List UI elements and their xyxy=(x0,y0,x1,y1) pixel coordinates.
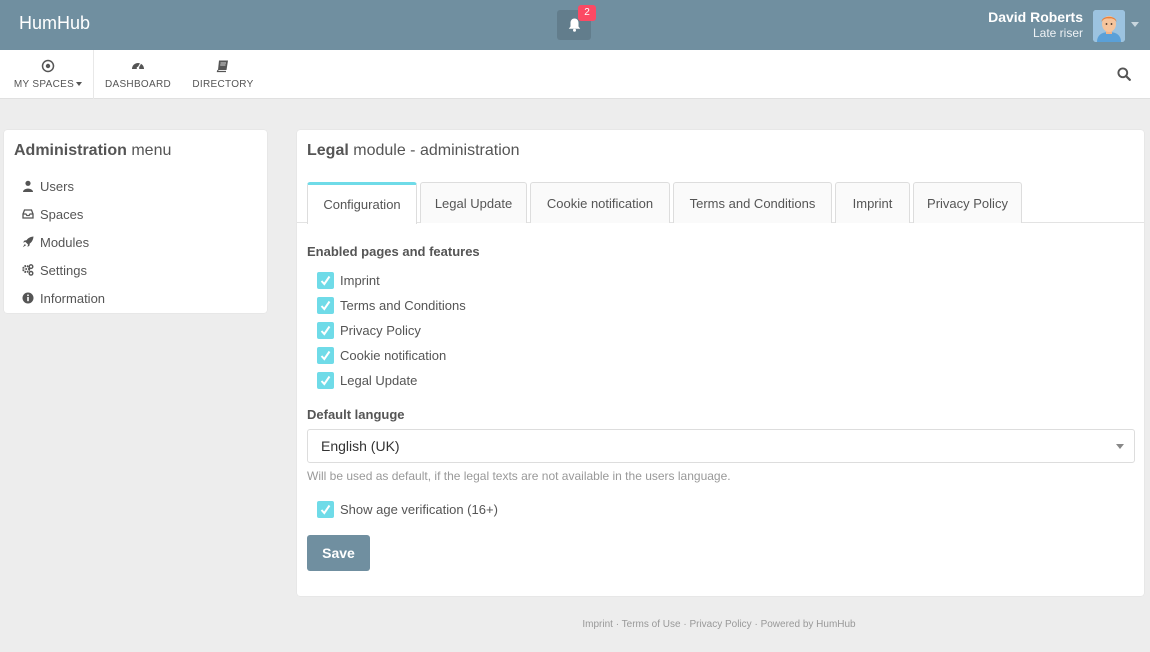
user-tagline: Late riser xyxy=(1032,26,1083,40)
administration-menu-title: Administration menu xyxy=(14,142,171,160)
checkbox-checked[interactable] xyxy=(317,500,334,518)
legal-module-panel: Legal module - administration Configurat… xyxy=(297,130,1144,596)
check-icon xyxy=(320,300,331,311)
gears-icon xyxy=(22,264,34,276)
save-button[interactable]: Save xyxy=(307,535,370,571)
admin-menu-item-label: Users xyxy=(40,178,74,194)
default-language-label: Default languge xyxy=(307,407,405,422)
user-icon xyxy=(23,180,33,192)
chevron-down-icon xyxy=(1116,444,1124,449)
footer-link-privacy[interactable]: Privacy Policy xyxy=(689,619,751,630)
feature-legal-update-checkbox[interactable]: Legal Update xyxy=(317,371,417,389)
nav-my-spaces-label: MY SPACES xyxy=(13,79,75,90)
page-title: Legal module - administration xyxy=(307,142,520,160)
caret-down-icon xyxy=(76,82,83,87)
age-verification-checkbox[interactable]: Show age verification (16+) xyxy=(317,500,498,518)
admin-menu-item-modules[interactable]: Modules xyxy=(22,232,89,252)
checkbox-checked[interactable] xyxy=(317,296,334,314)
admin-menu-item-label: Settings xyxy=(40,262,87,278)
check-icon xyxy=(320,375,331,386)
tab-terms-and-conditions[interactable]: Terms and Conditions xyxy=(673,182,832,223)
feature-label: Cookie notification xyxy=(340,347,447,363)
user-menu[interactable]: David Roberts Late riser xyxy=(988,9,1083,40)
chevron-down-icon[interactable] xyxy=(1131,22,1139,28)
footer-link-imprint[interactable]: Imprint xyxy=(582,619,613,630)
default-language-hint: Will be used as default, if the legal te… xyxy=(307,469,731,483)
feature-label: Terms and Conditions xyxy=(340,297,466,313)
book-icon xyxy=(216,60,228,73)
age-verification-label: Show age verification (16+) xyxy=(340,501,498,517)
feature-terms-checkbox[interactable]: Terms and Conditions xyxy=(317,296,466,314)
dot-circle-icon xyxy=(41,59,55,73)
main-navigation: MY SPACES DASHBOARD DIRECTORY xyxy=(0,50,1150,99)
footer-link-terms[interactable]: Terms of Use xyxy=(622,619,681,630)
admin-menu-item-users[interactable]: Users xyxy=(22,176,74,196)
feature-imprint-checkbox[interactable]: Imprint xyxy=(317,271,380,289)
admin-menu-item-information[interactable]: Information xyxy=(22,288,105,308)
check-icon xyxy=(320,275,331,286)
checkbox-checked[interactable] xyxy=(317,346,334,364)
feature-label: Imprint xyxy=(340,272,380,288)
search-icon[interactable] xyxy=(1117,67,1131,81)
dashboard-icon xyxy=(132,63,144,70)
tab-imprint[interactable]: Imprint xyxy=(835,182,910,223)
enabled-features-label: Enabled pages and features xyxy=(307,244,480,259)
checkbox-checked[interactable] xyxy=(317,321,334,339)
rocket-icon xyxy=(22,236,34,248)
top-bar: HumHub 2 David Roberts Late riser xyxy=(0,0,1150,50)
footer: Imprint · Terms of Use · Privacy Policy … xyxy=(582,619,856,630)
check-icon xyxy=(320,350,331,361)
brand-logo[interactable]: HumHub xyxy=(19,13,90,34)
avatar-image xyxy=(1093,10,1125,42)
nav-directory-label: DIRECTORY xyxy=(192,79,254,90)
admin-menu-item-spaces[interactable]: Spaces xyxy=(22,204,83,224)
checkbox-checked[interactable] xyxy=(317,371,334,389)
check-icon xyxy=(320,325,331,336)
panel-title-bold: Administration xyxy=(14,142,127,159)
feature-label: Privacy Policy xyxy=(340,322,421,338)
nav-directory[interactable]: DIRECTORY xyxy=(190,50,256,99)
user-name: David Roberts xyxy=(988,9,1083,25)
footer-powered-by[interactable]: Powered by HumHub xyxy=(761,619,856,630)
feature-label: Legal Update xyxy=(340,372,418,388)
avatar[interactable] xyxy=(1093,10,1125,42)
info-circle-icon xyxy=(22,292,34,304)
administration-menu-panel: Administration menu Users Spaces Modules xyxy=(4,130,267,313)
admin-menu-item-settings[interactable]: Settings xyxy=(22,260,87,280)
tab-privacy-policy[interactable]: Privacy Policy xyxy=(913,182,1022,223)
admin-menu-item-label: Information xyxy=(40,290,106,306)
default-language-value: English (UK) xyxy=(321,438,400,454)
nav-dashboard[interactable]: DASHBOARD xyxy=(103,50,173,99)
admin-menu-item-label: Spaces xyxy=(40,206,84,222)
nav-my-spaces[interactable]: MY SPACES xyxy=(10,50,86,99)
tab-legal-update[interactable]: Legal Update xyxy=(420,182,527,223)
tab-configuration[interactable]: Configuration xyxy=(307,182,417,224)
check-icon xyxy=(320,504,331,515)
feature-privacy-checkbox[interactable]: Privacy Policy xyxy=(317,321,421,339)
default-language-select[interactable]: English (UK) xyxy=(307,429,1135,463)
notification-count-badge: 2 xyxy=(578,5,596,21)
inbox-icon xyxy=(22,209,34,219)
feature-cookie-checkbox[interactable]: Cookie notification xyxy=(317,346,446,364)
nav-divider xyxy=(93,50,94,99)
admin-menu-item-label: Modules xyxy=(40,234,90,250)
page-title-light: module - administration xyxy=(353,142,520,159)
tab-cookie-notification[interactable]: Cookie notification xyxy=(530,182,670,223)
nav-dashboard-label: DASHBOARD xyxy=(104,79,172,90)
panel-title-light: menu xyxy=(131,142,172,159)
checkbox-checked[interactable] xyxy=(317,271,334,289)
page-title-bold: Legal xyxy=(307,142,349,159)
